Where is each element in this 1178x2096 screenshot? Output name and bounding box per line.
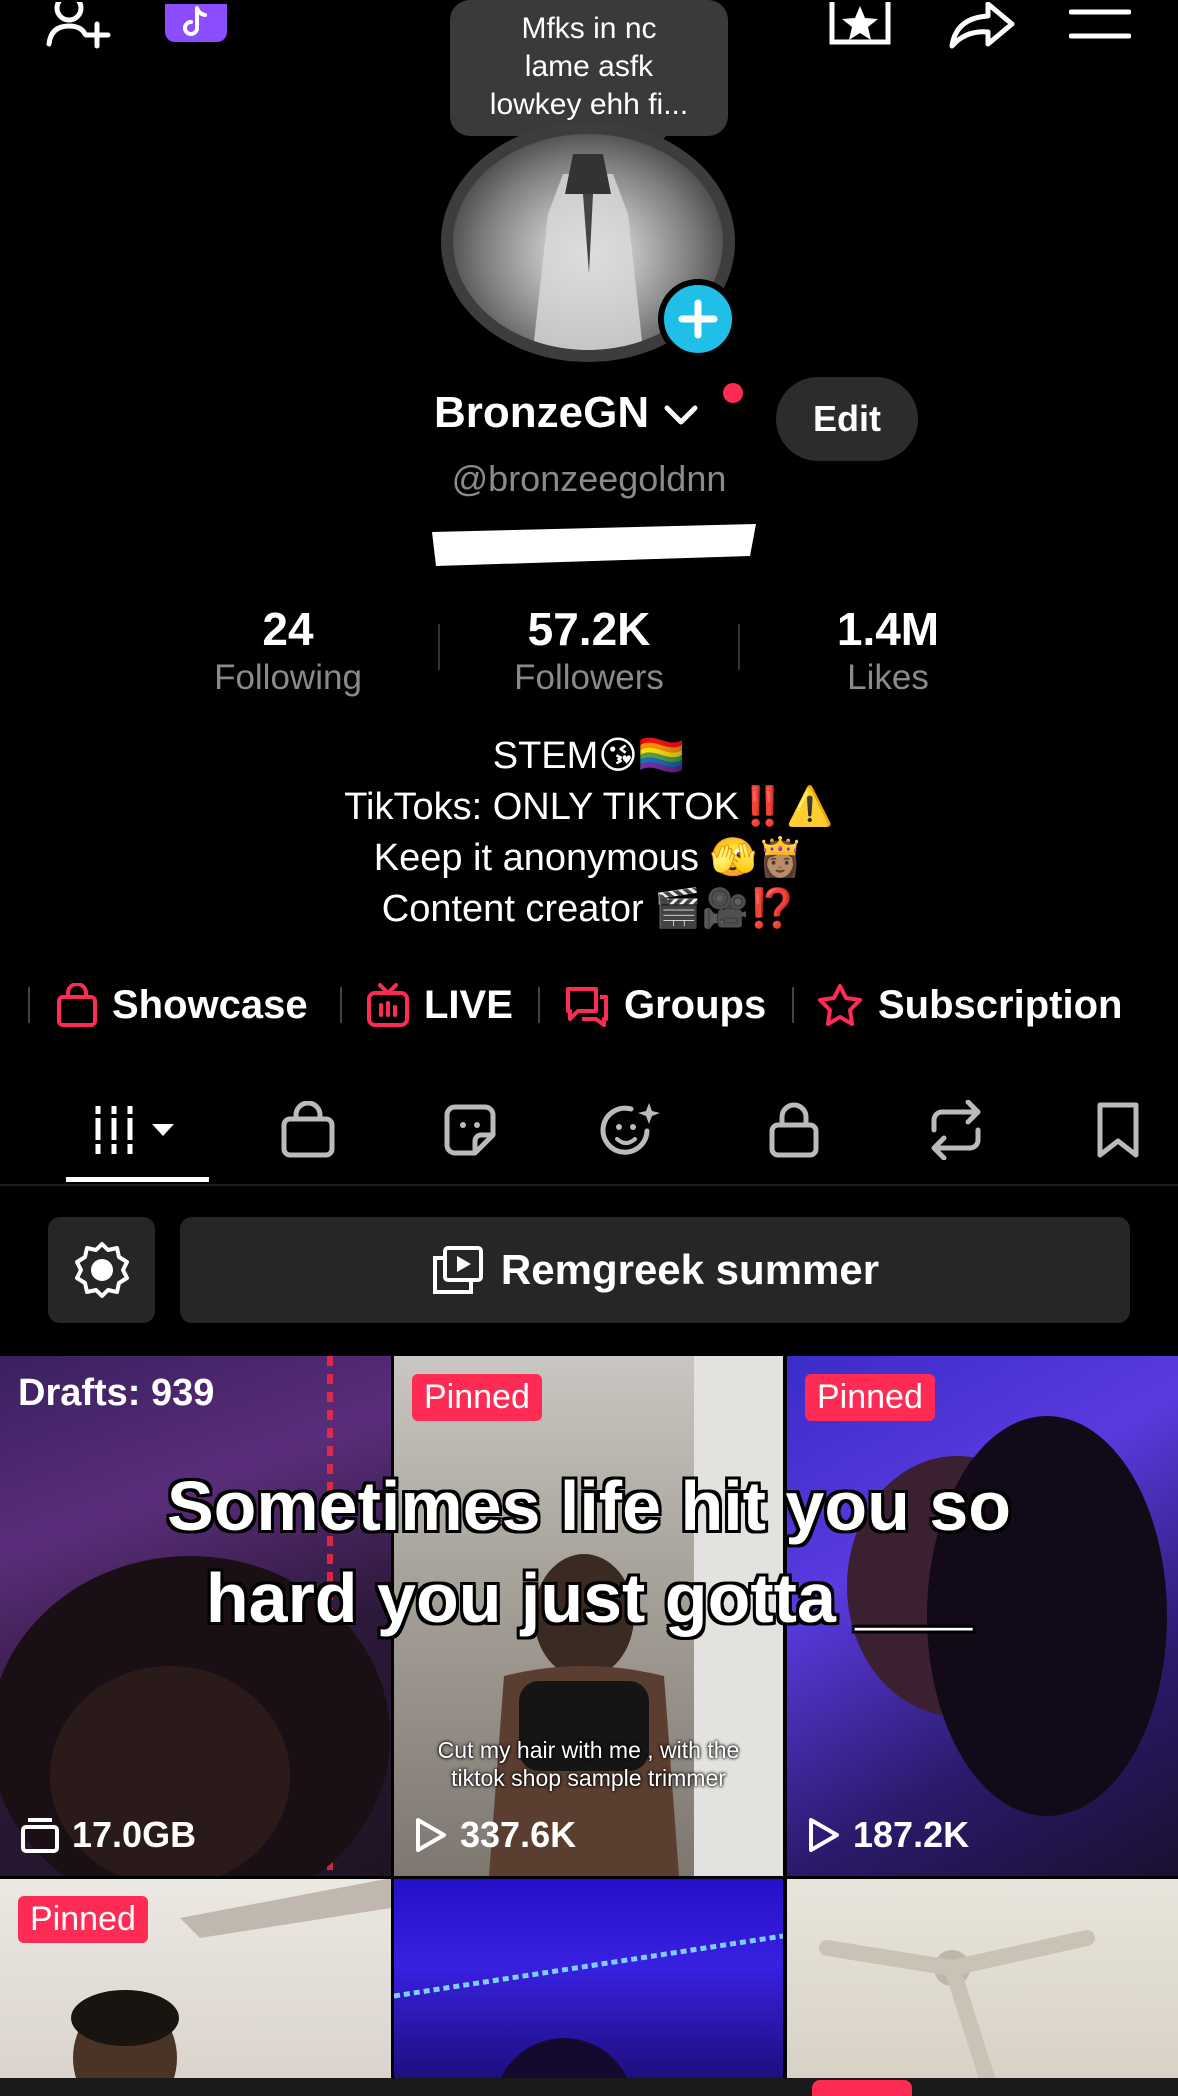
following-label[interactable]: Following: [168, 658, 408, 698]
followers-label[interactable]: Followers: [469, 658, 709, 698]
notification-dot: [723, 383, 743, 403]
bio-line: STEM😘🏳️‍🌈: [492, 735, 686, 777]
overlay-caption: Sometimes life hit you so hard you just …: [0, 1460, 1178, 1644]
play-icon: [416, 1818, 446, 1852]
chat-bubbles-icon: [566, 987, 608, 1027]
shopping-bag-icon: [57, 983, 97, 1027]
face-sparkle-icon: [600, 1103, 660, 1155]
menu-icon[interactable]: [1060, 0, 1140, 52]
view-count-text: 187.2K: [853, 1814, 970, 1855]
view-count: 337.6K: [414, 1814, 576, 1856]
star-badge-icon: [818, 984, 862, 1026]
sticker-icon: [444, 1104, 496, 1156]
tab-saved[interactable]: [1068, 1090, 1168, 1170]
video-tile[interactable]: [394, 1878, 783, 2096]
tab-videos[interactable]: [88, 1090, 188, 1170]
display-name[interactable]: BronzeGN: [434, 388, 701, 438]
caption-line: hard you just gotta ___: [205, 1559, 973, 1637]
display-name-text: BronzeGN: [434, 388, 650, 437]
folder-icon: [21, 1818, 59, 1853]
groups-link[interactable]: Groups: [564, 975, 766, 1035]
bio-line: Keep it anonymous 🫣👸🏽: [373, 837, 805, 879]
note-bubble[interactable]: Mfks in nc lame asfk lowkey ehh fi...: [450, 0, 728, 136]
tab-reposts[interactable]: [906, 1090, 1006, 1170]
note-line: lame asfk: [524, 50, 654, 83]
grid-divider: [0, 1876, 1178, 1879]
view-count-text: 337.6K: [460, 1814, 577, 1855]
subscription-link[interactable]: Subscription: [816, 975, 1122, 1035]
live-label: LIVE: [424, 982, 513, 1027]
edit-profile-button[interactable]: Edit: [776, 377, 918, 461]
likes-count[interactable]: 1.4M: [768, 602, 1008, 656]
notification-badge: [812, 2080, 912, 2096]
drafts-label: Drafts: 939: [18, 1372, 215, 1414]
shop-bag-icon: [281, 1101, 335, 1158]
subtitle-line: Cut my hair with me , with the: [437, 1737, 740, 1763]
link-divider: [28, 987, 30, 1023]
drafts-size: 17.0GB: [20, 1814, 196, 1856]
groups-label: Groups: [624, 982, 767, 1027]
play-icon: [809, 1818, 839, 1852]
tab-favorites-effects[interactable]: [580, 1090, 680, 1170]
following-count[interactable]: 24: [168, 602, 408, 656]
add-story-button[interactable]: [658, 279, 738, 359]
favorites-star-icon[interactable]: [820, 0, 900, 52]
live-link[interactable]: LIVE: [366, 975, 513, 1035]
caption-line: Sometimes life hit you so: [166, 1467, 1012, 1545]
active-tab-indicator: [66, 1177, 209, 1182]
tab-private[interactable]: [744, 1090, 844, 1170]
subtitle-line: tiktok shop sample trimmer: [451, 1765, 726, 1791]
live-tv-icon: [367, 983, 409, 1027]
stat-divider: [738, 624, 740, 670]
collection-button[interactable]: Remgreek summer: [180, 1217, 1130, 1323]
view-count: 187.2K: [807, 1814, 969, 1856]
note-line: Mfks in nc: [521, 12, 657, 45]
tab-shop[interactable]: [258, 1090, 358, 1170]
tab-stickers[interactable]: [420, 1090, 520, 1170]
bottom-nav-bar: [0, 2078, 1178, 2096]
pinned-badge: Pinned: [18, 1896, 148, 1943]
pinned-badge: Pinned: [412, 1374, 542, 1421]
collection-settings-button[interactable]: [48, 1217, 155, 1323]
playlist-icon: [432, 1246, 483, 1294]
username-handle: @bronzeegoldnn: [451, 458, 727, 499]
link-divider: [538, 987, 540, 1023]
video-subtitle: Cut my hair with me , with the tiktok sh…: [394, 1736, 783, 1792]
video-tile[interactable]: Pinned: [0, 1878, 391, 2096]
share-arrow-icon[interactable]: [940, 0, 1020, 52]
followers-count[interactable]: 57.2K: [469, 602, 709, 656]
bio-line: Content creator 🎬🎥⁉️: [381, 888, 797, 930]
tiktok-studio-icon[interactable]: [162, 0, 230, 52]
showcase-link[interactable]: Showcase: [56, 975, 308, 1035]
video-tile[interactable]: [787, 1878, 1178, 2096]
subscription-label: Subscription: [878, 982, 1123, 1027]
bio-line: TikToks: ONLY TIKTOK‼️⚠️: [344, 786, 834, 828]
likes-label[interactable]: Likes: [768, 658, 1008, 698]
videos-grid-icon: [92, 1106, 174, 1154]
lock-icon: [769, 1102, 819, 1158]
showcase-label: Showcase: [112, 982, 308, 1027]
collection-title: Remgreek summer: [500, 1246, 880, 1293]
pinned-badge: Pinned: [805, 1374, 935, 1421]
gear-icon: [74, 1242, 129, 1298]
link-divider: [792, 987, 794, 1023]
stat-divider: [438, 624, 440, 670]
link-divider: [340, 987, 342, 1023]
add-friend-icon[interactable]: [40, 0, 120, 52]
chevron-down-icon[interactable]: [661, 400, 701, 430]
repost-icon: [931, 1100, 981, 1160]
bookmark-icon: [1097, 1102, 1139, 1158]
redaction-bar: [432, 524, 756, 566]
note-line: lowkey ehh fi...: [489, 88, 689, 121]
tab-divider: [0, 1184, 1178, 1186]
drafts-size-text: 17.0GB: [72, 1814, 197, 1855]
